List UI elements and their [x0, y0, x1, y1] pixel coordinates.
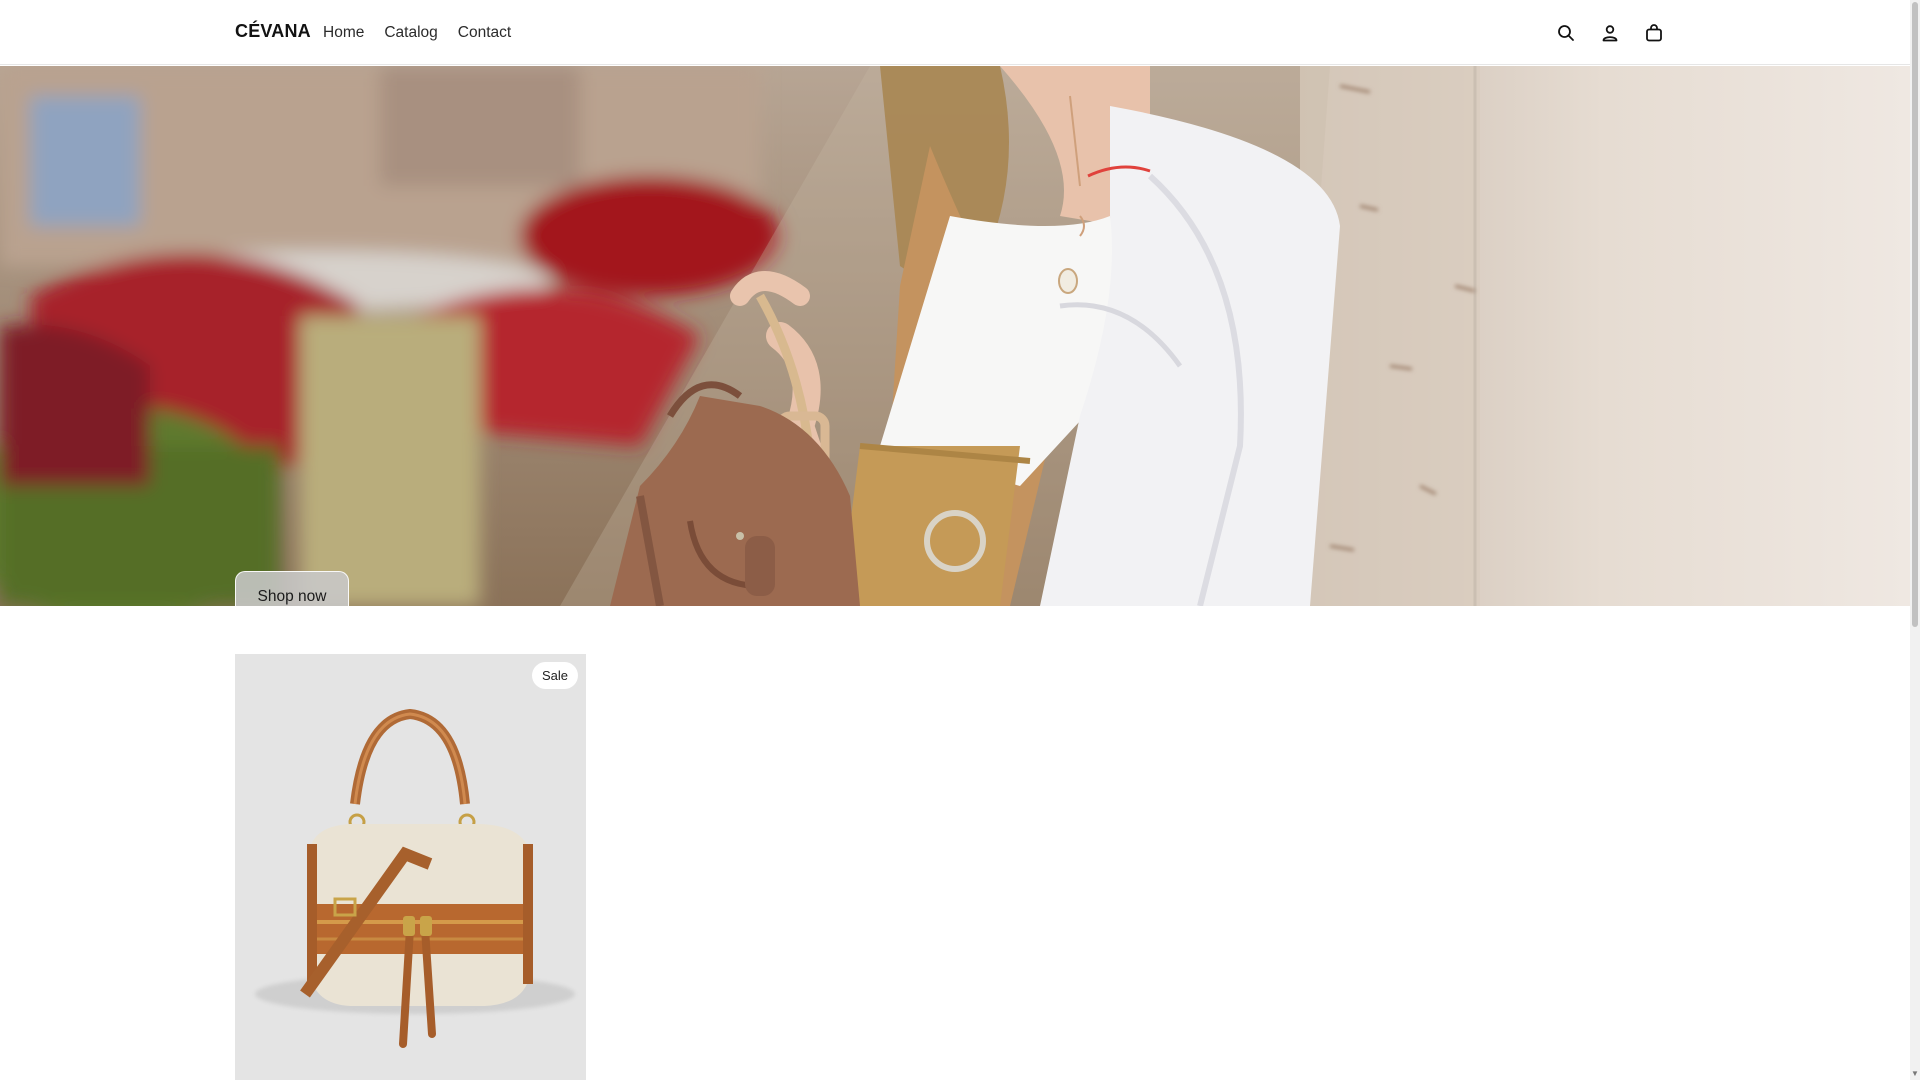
- header-actions: [1554, 21, 1666, 45]
- product-image: [255, 708, 575, 1048]
- account-icon[interactable]: [1598, 21, 1622, 45]
- scroll-down-arrow-icon[interactable]: ▼: [1911, 1070, 1919, 1078]
- site-header: CÉVANA Home Catalog Contact: [0, 0, 1910, 65]
- shop-now-button[interactable]: Shop now: [235, 571, 349, 606]
- search-icon[interactable]: [1554, 21, 1578, 45]
- nav-catalog[interactable]: Catalog: [384, 24, 437, 42]
- page-scrollbar[interactable]: ▼: [1910, 0, 1920, 1080]
- hero-banner: Shop now: [0, 66, 1910, 606]
- storefront-page: CÉVANA Home Catalog Contact Shop now Sal…: [0, 0, 1910, 1080]
- nav-contact[interactable]: Contact: [458, 24, 511, 42]
- sale-badge: Sale: [531, 662, 578, 689]
- main-nav: Home Catalog Contact: [323, 24, 511, 42]
- brand-logo[interactable]: CÉVANA: [235, 21, 311, 42]
- nav-home[interactable]: Home: [323, 24, 364, 42]
- product-card[interactable]: Sale: [235, 654, 586, 1080]
- scrollbar-thumb[interactable]: [1912, 2, 1918, 627]
- cart-icon[interactable]: [1642, 21, 1666, 45]
- hero-image: [0, 66, 1910, 606]
